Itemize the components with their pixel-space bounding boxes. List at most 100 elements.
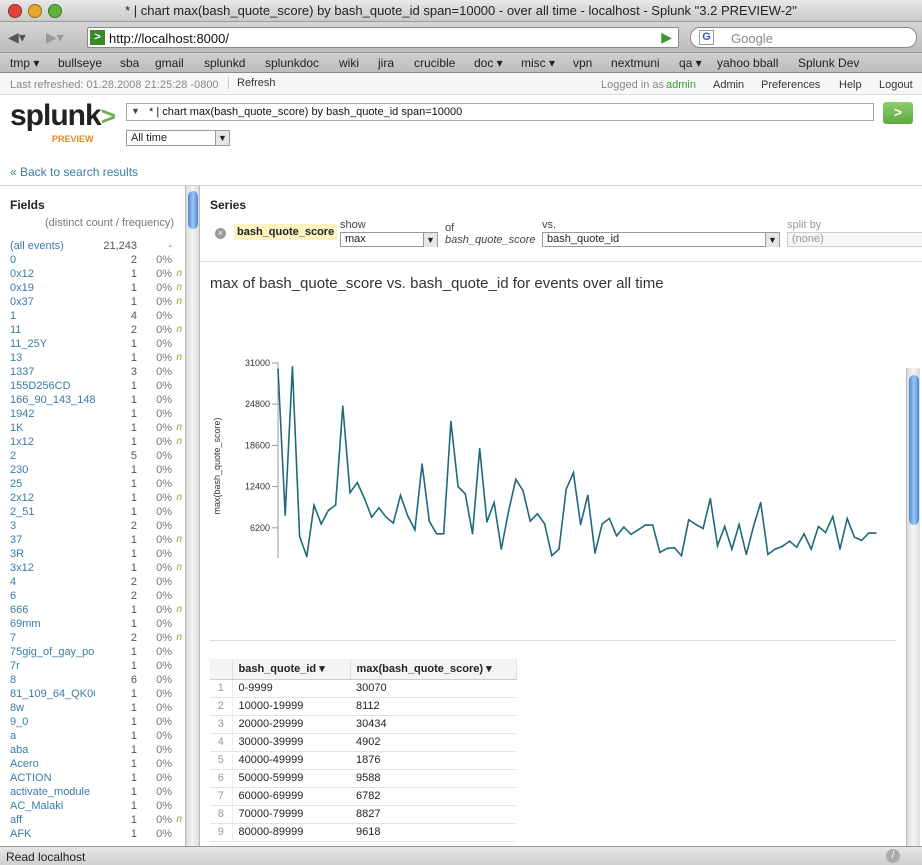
results-scrollbar[interactable] <box>906 368 920 846</box>
table-row[interactable]: 4 30000-39999 4902 <box>210 733 516 752</box>
field-name[interactable]: 166_90_143_148 <box>10 394 95 406</box>
field-name[interactable]: 7r <box>10 660 95 672</box>
field-item[interactable]: 1x12 1 0% n <box>0 436 185 450</box>
field-name[interactable]: 0x19 <box>10 282 95 294</box>
field-item[interactable]: a 1 0% <box>0 730 185 744</box>
field-name[interactable]: Acero <box>10 758 95 770</box>
admin-link[interactable]: Admin <box>713 79 744 91</box>
bookmark-item[interactable]: yahoo bball <box>717 56 778 70</box>
bookmark-item[interactable]: tmp ▾ <box>10 56 39 70</box>
field-item[interactable]: 666 1 0% n <box>0 604 185 618</box>
field-name[interactable]: 9_0 <box>10 716 95 728</box>
field-item[interactable]: AFK 1 0% <box>0 828 185 842</box>
field-item[interactable]: 25 1 0% <box>0 478 185 492</box>
preferences-link[interactable]: Preferences <box>761 79 820 91</box>
bookmark-item[interactable]: splunkd <box>204 56 245 70</box>
table-row[interactable]: 8 70000-79999 8827 <box>210 805 516 824</box>
field-name[interactable]: 11_25Y <box>10 338 95 350</box>
bookmark-item[interactable]: crucible <box>414 56 455 70</box>
bookmark-item[interactable]: bullseye <box>58 56 102 70</box>
field-item[interactable]: 3R 1 0% <box>0 548 185 562</box>
field-name[interactable]: 37 <box>10 534 95 546</box>
field-name[interactable]: 81_109_64_QK00 <box>10 688 95 700</box>
field-item[interactable]: 8 6 0% <box>0 674 185 688</box>
remove-series-icon[interactable]: × <box>215 228 226 239</box>
field-item[interactable]: 230 1 0% <box>0 464 185 478</box>
field-name[interactable]: a <box>10 730 95 742</box>
table-row[interactable]: 2 10000-19999 8112 <box>210 697 516 716</box>
field-item[interactable]: 2 5 0% <box>0 450 185 464</box>
bookmark-item[interactable]: Splunk Dev <box>798 56 859 70</box>
field-name[interactable]: 230 <box>10 464 95 476</box>
bookmark-item[interactable]: wiki <box>339 56 359 70</box>
field-name[interactable]: 11 <box>10 324 95 336</box>
field-item[interactable]: ACTION 1 0% <box>0 772 185 786</box>
vs-select[interactable]: bash_quote_id ▼ <box>542 232 780 247</box>
minimize-window-button[interactable] <box>28 4 42 18</box>
field-name[interactable]: AC_Malaki <box>10 800 95 812</box>
field-name[interactable]: 1K <box>10 422 95 434</box>
back-to-results-link[interactable]: « Back to search results <box>10 165 138 179</box>
field-name[interactable]: 0x12 <box>10 268 95 280</box>
field-name[interactable]: 13 <box>10 352 95 364</box>
field-item[interactable]: 166_90_143_148 1 0% <box>0 394 185 408</box>
bookmark-item[interactable]: jira <box>378 56 394 70</box>
field-item[interactable]: (all events) 21,243 - <box>0 240 185 254</box>
field-item[interactable]: 6 2 0% <box>0 590 185 604</box>
search-engine-icon[interactable]: G <box>699 30 714 45</box>
field-name[interactable]: 1x12 <box>10 436 95 448</box>
field-item[interactable]: 155D256CD 1 0% <box>0 380 185 394</box>
scrollbar-thumb[interactable] <box>188 191 198 229</box>
table-row[interactable]: 7 60000-69999 6782 <box>210 787 516 806</box>
field-item[interactable]: 37 1 0% n <box>0 534 185 548</box>
address-bar[interactable]: > http://localhost:8000/ ▶ <box>87 27 679 48</box>
table-row[interactable]: 5 40000-49999 1876 <box>210 751 516 770</box>
field-name[interactable]: 3 <box>10 520 95 532</box>
forward-arrow-icon[interactable]: ▶▾ <box>46 28 64 46</box>
field-name[interactable]: 1 <box>10 310 95 322</box>
fields-scrollbar[interactable] <box>185 186 199 846</box>
show-select[interactable]: max ▼ <box>340 232 438 247</box>
field-name[interactable]: ACTION <box>10 772 95 784</box>
field-name[interactable]: 4 <box>10 576 95 588</box>
back-arrow-icon[interactable]: ◀▾ <box>8 28 26 46</box>
field-item[interactable]: aff 1 0% n <box>0 814 185 828</box>
field-item[interactable]: 7 2 0% n <box>0 632 185 646</box>
field-item[interactable]: 8w 1 0% <box>0 702 185 716</box>
field-name[interactable]: 7 <box>10 632 95 644</box>
field-name[interactable]: activate_module <box>10 786 95 798</box>
field-name[interactable]: 8w <box>10 702 95 714</box>
bookmark-item[interactable]: gmail <box>155 56 184 70</box>
bookmark-item[interactable]: sba <box>120 56 139 70</box>
field-item[interactable]: 69mm 1 0% <box>0 618 185 632</box>
zoom-window-button[interactable] <box>48 4 62 18</box>
field-item[interactable]: 3 2 0% <box>0 520 185 534</box>
field-item[interactable]: 11_25Y 1 0% <box>0 338 185 352</box>
split-by-select[interactable]: (none) <box>787 232 922 247</box>
field-item[interactable]: 3x12 1 0% n <box>0 562 185 576</box>
help-link[interactable]: Help <box>839 79 862 91</box>
field-item[interactable]: 81_109_64_QK00 1 0% <box>0 688 185 702</box>
field-item[interactable]: AC_Malaki 1 0% <box>0 800 185 814</box>
field-name[interactable]: 1337 <box>10 366 95 378</box>
field-item[interactable]: 13 1 0% n <box>0 352 185 366</box>
search-go-button[interactable]: > <box>883 102 913 124</box>
field-item[interactable]: 75gig_of_gay_por 1 0% <box>0 646 185 660</box>
scrollbar-thumb[interactable] <box>909 375 919 525</box>
logout-link[interactable]: Logout <box>879 79 913 91</box>
bookmark-item[interactable]: misc ▾ <box>521 56 555 70</box>
time-range-select[interactable]: All time ▼ <box>126 130 230 146</box>
field-name[interactable]: aff <box>10 814 95 826</box>
search-query-input[interactable]: ▼ * | chart max(bash_quote_score) by bas… <box>126 103 874 121</box>
field-name[interactable]: 3x12 <box>10 562 95 574</box>
table-row[interactable]: 1 0-9999 30070 <box>210 679 516 698</box>
field-name[interactable]: 8 <box>10 674 95 686</box>
field-item[interactable]: aba 1 0% <box>0 744 185 758</box>
search-history-dropdown-icon[interactable]: ▼ <box>131 106 140 116</box>
field-item[interactable]: 0x37 1 0% n <box>0 296 185 310</box>
field-name[interactable]: 2x12 <box>10 492 95 504</box>
field-item[interactable]: 1K 1 0% n <box>0 422 185 436</box>
field-name[interactable]: (all events) <box>10 240 95 252</box>
field-name[interactable]: 155D256CD <box>10 380 95 392</box>
field-item[interactable]: 0x12 1 0% n <box>0 268 185 282</box>
